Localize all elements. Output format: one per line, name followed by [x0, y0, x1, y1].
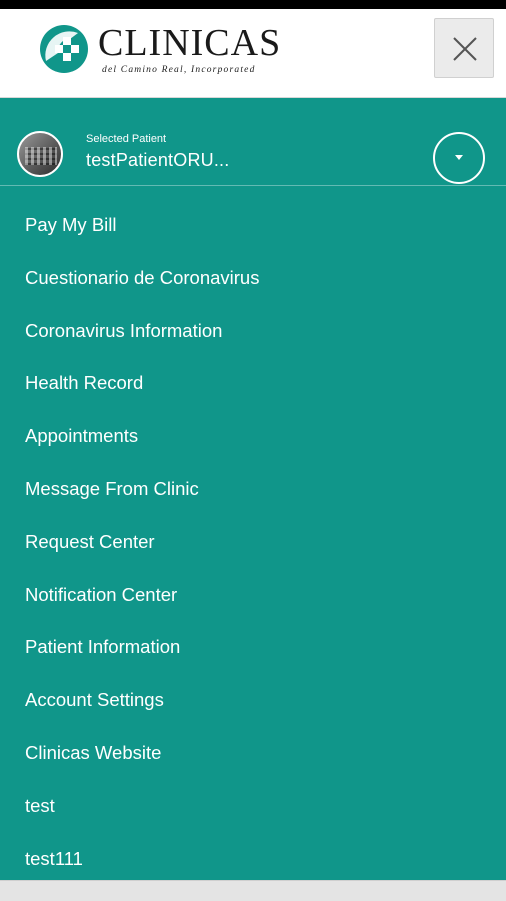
- menu-item-request-center[interactable]: Request Center: [0, 516, 506, 569]
- menu-item-coronavirus-information[interactable]: Coronavirus Information: [0, 305, 506, 358]
- menu-item-cuestionario-coronavirus[interactable]: Cuestionario de Coronavirus: [0, 252, 506, 305]
- selected-patient-caption: Selected Patient: [86, 133, 167, 145]
- close-menu-button[interactable]: [434, 18, 494, 78]
- clinicas-logo: CLINICAS del Camino Real, Incorporated: [38, 21, 288, 85]
- menu-item-account-settings[interactable]: Account Settings: [0, 674, 506, 727]
- chevron-down-icon: [455, 155, 463, 160]
- menu-item-clinicas-website[interactable]: Clinicas Website: [0, 727, 506, 780]
- status-bar: [0, 0, 506, 9]
- selected-patient-row[interactable]: Selected Patient testPatientORU...: [0, 98, 506, 186]
- menu-item-test[interactable]: test: [0, 780, 506, 833]
- close-icon: [453, 37, 477, 61]
- patient-avatar: [17, 131, 63, 177]
- navigation-drawer: Selected Patient testPatientORU... Pay M…: [0, 98, 506, 880]
- selected-patient-name: testPatientORU...: [86, 150, 230, 170]
- menu-item-patient-information[interactable]: Patient Information: [0, 621, 506, 674]
- menu-item-notification-center[interactable]: Notification Center: [0, 569, 506, 622]
- main-menu: Pay My Bill Cuestionario de Coronavirus …: [0, 199, 506, 885]
- app-header: CLINICAS del Camino Real, Incorporated: [0, 9, 506, 98]
- patient-switch-button[interactable]: [433, 132, 485, 184]
- logo-wordmark: CLINICAS: [98, 22, 282, 64]
- logo-subtitle: del Camino Real, Incorporated: [102, 65, 256, 75]
- logo-mark-icon: [40, 25, 88, 73]
- menu-item-message-from-clinic[interactable]: Message From Clinic: [0, 463, 506, 516]
- menu-item-pay-my-bill[interactable]: Pay My Bill: [0, 199, 506, 252]
- bottom-strip: [0, 880, 506, 901]
- menu-item-health-record[interactable]: Health Record: [0, 357, 506, 410]
- menu-item-test111[interactable]: test111: [0, 833, 506, 886]
- menu-item-appointments[interactable]: Appointments: [0, 410, 506, 463]
